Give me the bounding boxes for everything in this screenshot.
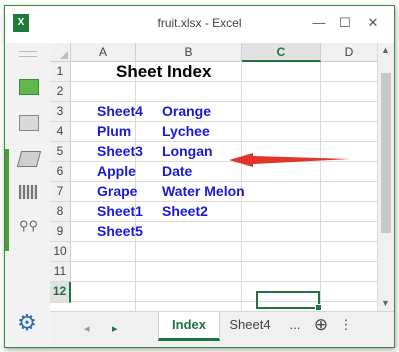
- red-annotation-arrow: [229, 153, 350, 167]
- excel-window: X fruit.xlsx - Excel — ☐ ✕ ⚲⚲ ⚙ A B C D …: [4, 5, 395, 348]
- red-arrow-shape: [229, 153, 350, 167]
